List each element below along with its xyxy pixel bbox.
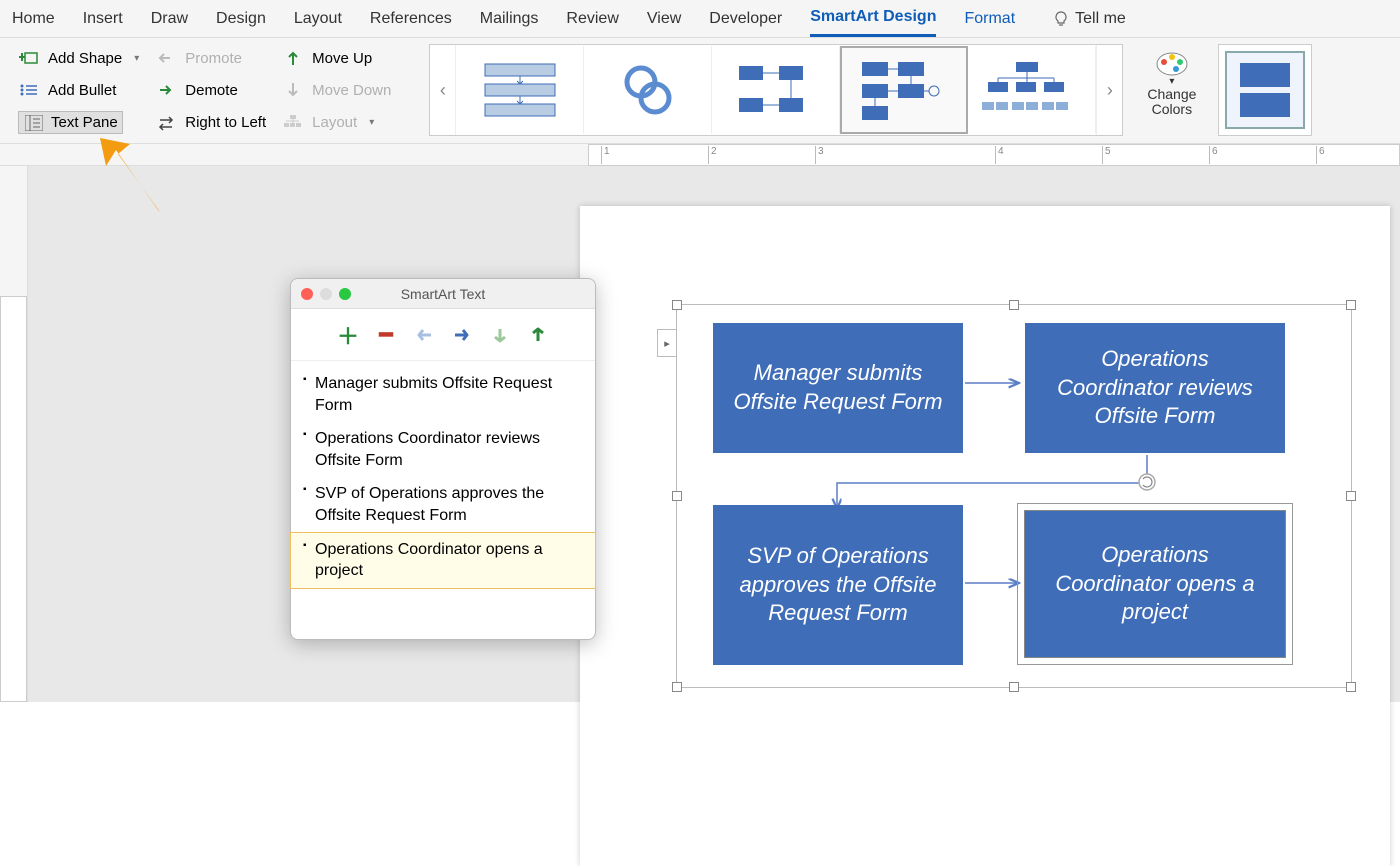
text-pane-icon: [23, 115, 45, 131]
vertical-ruler: [0, 166, 28, 702]
ruler-mark: 4: [995, 146, 1004, 164]
text-pane-list: Manager submits Offsite Request Form Ope…: [291, 361, 595, 594]
tab-view[interactable]: View: [647, 2, 681, 36]
ruler-mark: 5: [1102, 146, 1111, 164]
remove-icon[interactable]: ━: [374, 323, 398, 347]
tab-format[interactable]: Format: [964, 2, 1015, 36]
lightbulb-icon: [1053, 11, 1069, 27]
tab-layout[interactable]: Layout: [294, 2, 342, 36]
add-icon[interactable]: ＋: [336, 323, 360, 347]
layout-option-4[interactable]: [840, 46, 968, 134]
promote-label: Promote: [185, 50, 242, 67]
text-pane-item[interactable]: Operations Coordinator opens a project: [291, 533, 595, 588]
tab-smartart-design[interactable]: SmartArt Design: [810, 0, 936, 37]
move-up-label: Move Up: [312, 50, 372, 67]
add-bullet-icon: [18, 82, 40, 98]
text-pane-label: Text Pane: [51, 114, 118, 131]
tab-draw[interactable]: Draw: [151, 2, 188, 36]
text-pane-toolbar: ＋ ━: [291, 309, 595, 361]
promote-arrow-icon[interactable]: [412, 323, 436, 347]
tell-me[interactable]: Tell me: [1053, 10, 1126, 28]
layout-button[interactable]: Layout ▾: [282, 109, 391, 137]
layout-option-1[interactable]: [456, 46, 584, 134]
minimize-icon: [320, 288, 332, 300]
promote-button[interactable]: Promote: [155, 44, 266, 72]
move-up-button[interactable]: Move Up: [282, 44, 391, 72]
tab-home[interactable]: Home: [12, 2, 55, 36]
smartart-box-1[interactable]: Manager submits Offsite Request Form: [713, 323, 963, 453]
rtl-icon: [155, 115, 177, 131]
chevron-down-icon: ▾: [134, 53, 139, 64]
demote-arrow-icon[interactable]: [450, 323, 474, 347]
smartart-expand-tab[interactable]: ▸: [657, 329, 677, 357]
ruler-mark: 6: [1316, 146, 1325, 164]
ruler-mark: 1: [601, 146, 610, 164]
group-move: Move Up Move Down Layout ▾: [274, 44, 399, 137]
layout-icon: [282, 115, 304, 131]
ruler-mark: 2: [708, 146, 717, 164]
text-pane-title: SmartArt Text: [401, 286, 486, 302]
smartart-box-4[interactable]: Operations Coordinator opens a project: [1025, 511, 1285, 657]
move-down-arrow-icon[interactable]: [488, 323, 512, 347]
text-pane-titlebar[interactable]: SmartArt Text: [291, 279, 595, 309]
layout-option-3[interactable]: [712, 46, 840, 134]
group-hierarchy: Promote Demote Right to Left: [147, 44, 274, 137]
add-shape-icon: [18, 49, 40, 67]
tab-developer[interactable]: Developer: [709, 2, 782, 36]
layout-label: Layout: [312, 114, 357, 131]
smartart-box-3[interactable]: SVP of Operations approves the Offsite R…: [713, 505, 963, 665]
group-create-graphic: Add Shape ▾ Add Bullet Text Pane: [10, 44, 147, 137]
tab-design[interactable]: Design: [216, 2, 266, 36]
callout-arrow-icon: [88, 130, 188, 230]
move-up-icon: [282, 49, 304, 67]
change-colors-button[interactable]: ▾ Change Colors: [1141, 44, 1202, 137]
chevron-down-icon: ▾: [369, 117, 374, 128]
tab-mailings[interactable]: Mailings: [480, 2, 539, 36]
demote-icon: [155, 83, 177, 97]
gallery-next-button[interactable]: ›: [1096, 45, 1122, 135]
move-up-arrow-icon[interactable]: [526, 323, 550, 347]
text-pane-item[interactable]: SVP of Operations approves the Offsite R…: [291, 477, 595, 532]
smartart-text-pane[interactable]: SmartArt Text ＋ ━ Manager submits Offsit…: [290, 278, 596, 640]
demote-label: Demote: [185, 82, 238, 99]
zoom-icon[interactable]: [339, 288, 351, 300]
text-pane-item[interactable]: Operations Coordinator reviews Offsite F…: [291, 422, 595, 477]
close-icon[interactable]: [301, 288, 313, 300]
style-option-1[interactable]: [1225, 51, 1305, 129]
layout-option-5[interactable]: [968, 46, 1096, 134]
ruler-mark: 6: [1209, 146, 1218, 164]
rtl-label: Right to Left: [185, 114, 266, 131]
document-area: ▸ Manager submits Offsite Request Form O…: [0, 166, 1400, 702]
add-shape-label: Add Shape: [48, 50, 122, 67]
tab-references[interactable]: References: [370, 2, 452, 36]
tab-insert[interactable]: Insert: [83, 2, 123, 36]
move-down-icon: [282, 81, 304, 99]
add-bullet-button[interactable]: Add Bullet: [18, 76, 139, 104]
smartart-graphic[interactable]: ▸ Manager submits Offsite Request Form O…: [676, 304, 1352, 688]
tell-me-label: Tell me: [1075, 10, 1126, 28]
gallery-prev-button[interactable]: ‹: [430, 45, 456, 135]
move-down-label: Move Down: [312, 82, 391, 99]
palette-icon: [1154, 48, 1190, 78]
ribbon-tabs: Home Insert Draw Design Layout Reference…: [0, 0, 1400, 38]
move-down-button[interactable]: Move Down: [282, 76, 391, 104]
smartart-box-2[interactable]: Operations Coordinator reviews Offsite F…: [1025, 323, 1285, 453]
tab-review[interactable]: Review: [566, 2, 618, 36]
ruler-mark: 3: [815, 146, 824, 164]
text-pane-item[interactable]: Manager submits Offsite Request Form: [291, 367, 595, 422]
add-shape-button[interactable]: Add Shape ▾: [18, 44, 139, 72]
layout-option-2[interactable]: [584, 46, 712, 134]
styles-gallery[interactable]: [1218, 44, 1312, 136]
ribbon-toolbar: Add Shape ▾ Add Bullet Text Pane Promote …: [0, 38, 1400, 144]
change-colors-label: Change Colors: [1147, 87, 1196, 118]
document-page[interactable]: ▸ Manager submits Offsite Request Form O…: [580, 206, 1390, 866]
promote-icon: [155, 51, 177, 65]
add-bullet-label: Add Bullet: [48, 82, 116, 99]
layouts-gallery: ‹ ›: [429, 44, 1123, 136]
demote-button[interactable]: Demote: [155, 76, 266, 104]
horizontal-ruler: 1 2 3 4 5 6 6: [0, 144, 1400, 166]
